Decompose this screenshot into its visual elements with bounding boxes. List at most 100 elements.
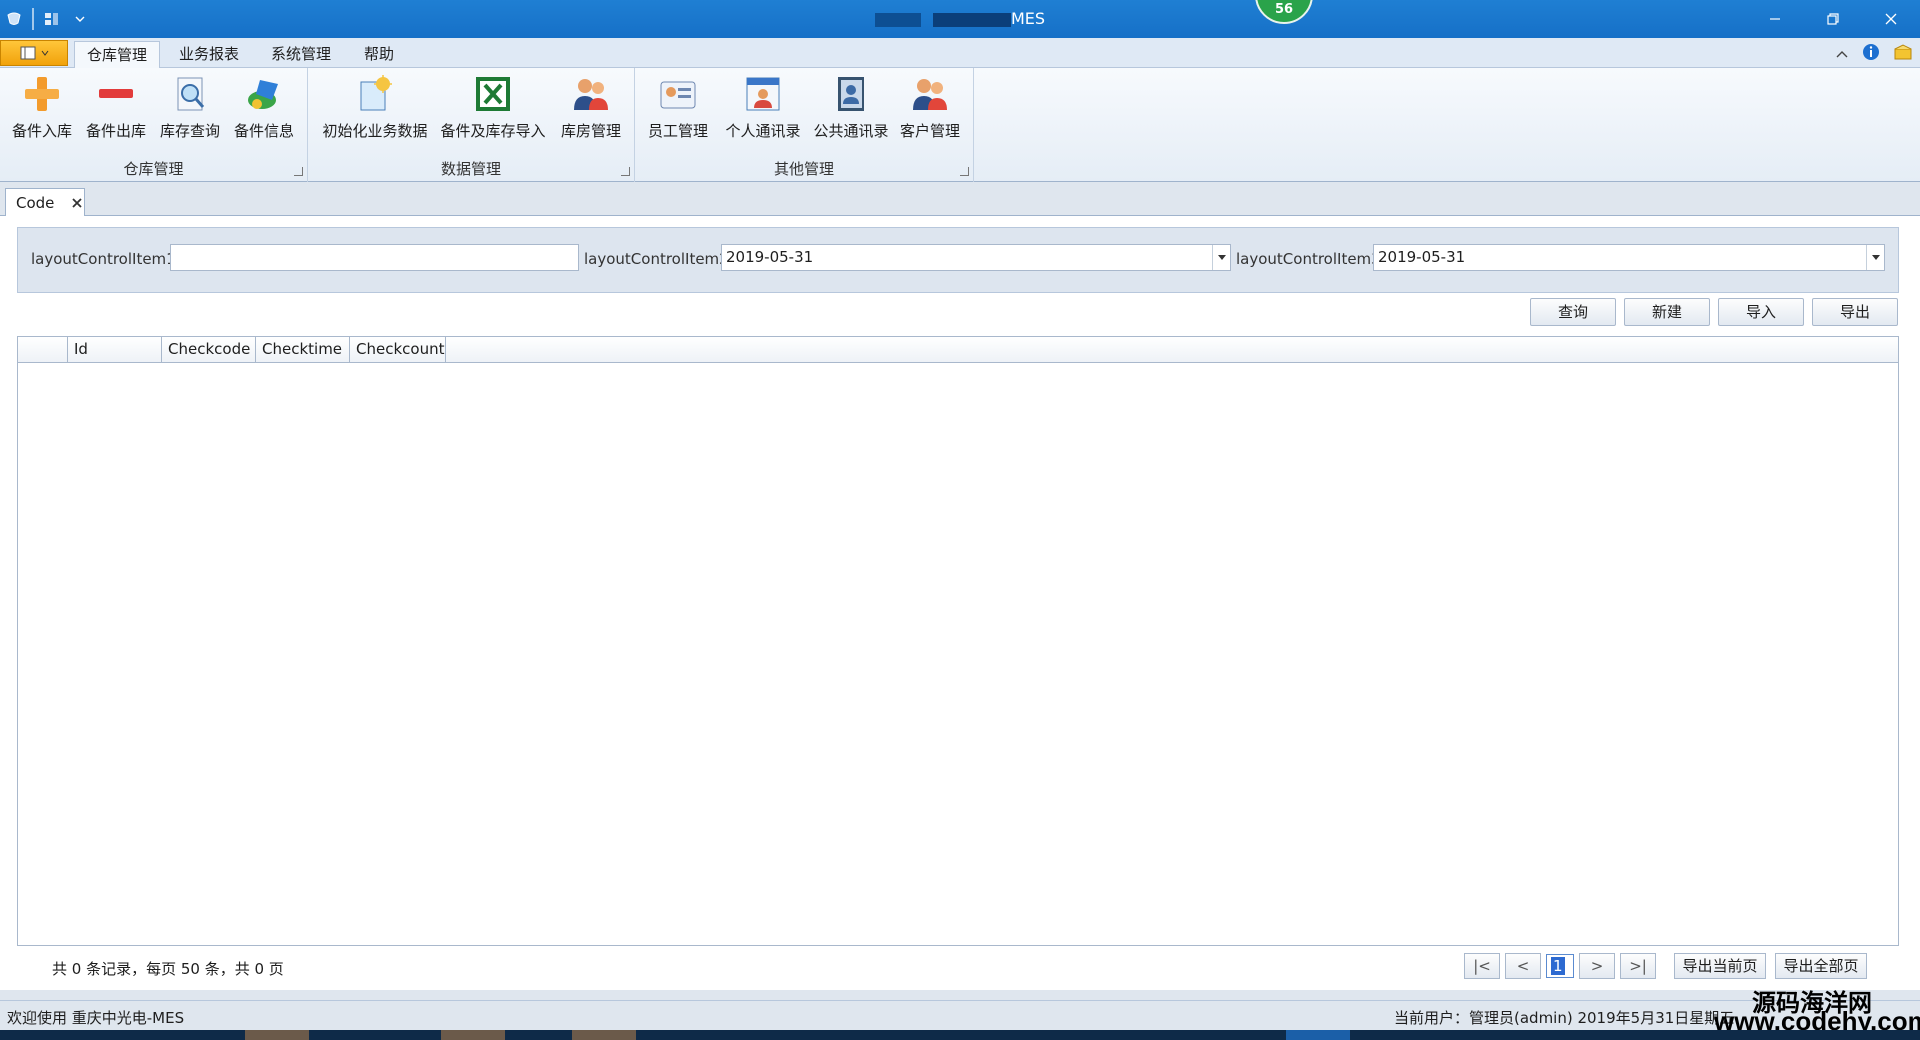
warehouse-users-icon <box>571 74 611 114</box>
customer-management-label: 客户管理 <box>899 122 960 140</box>
employee-management-button[interactable]: 员工管理 <box>645 74 711 141</box>
title-bar: MES 56 <box>0 0 1920 38</box>
personal-contacts-label: 个人通讯录 <box>725 122 801 140</box>
redacted-block <box>874 12 921 27</box>
current-user-info: 当前用户：管理员(admin) 2019年5月31日星期五 <box>1394 1009 1735 1027</box>
tab-warehouse-management[interactable]: 仓库管理 <box>74 41 161 69</box>
export-button[interactable]: 导出 <box>1812 298 1898 326</box>
date-end-value: 2019-05-31 <box>1378 248 1466 266</box>
data-grid[interactable]: Id Checkcode Checktime Checkcount <box>17 336 1899 946</box>
dialog-launcher-icon[interactable] <box>621 167 630 176</box>
restore-button[interactable] <box>1804 0 1862 38</box>
content-area: layoutControlItem1 layoutControlItem2 20… <box>0 216 1920 990</box>
window-title-text: MES <box>1010 9 1046 28</box>
taskbar <box>0 1030 1920 1040</box>
group-title: 数据管理 <box>440 160 501 178</box>
inventory-query-label: 库存查询 <box>159 122 220 140</box>
taskbar-item[interactable] <box>245 1030 309 1040</box>
close-button[interactable] <box>1862 0 1920 38</box>
parts-info-button[interactable]: 备件信息 <box>232 74 296 141</box>
inventory-search-icon <box>170 74 210 114</box>
grid-header: Id Checkcode Checktime Checkcount <box>18 337 1898 363</box>
info-icon[interactable] <box>1862 43 1880 65</box>
column-header-checkcode[interactable]: Checkcode <box>162 337 256 363</box>
close-tab-icon[interactable] <box>72 194 83 212</box>
parts-stock-import-button[interactable]: 备件及库存导入 <box>438 74 548 141</box>
date-start-value: 2019-05-31 <box>726 248 814 266</box>
public-contacts-label: 公共通讯录 <box>813 122 889 140</box>
warehouse-management-label: 库房管理 <box>560 122 621 140</box>
taskbar-item[interactable] <box>572 1030 636 1040</box>
customer-management-button[interactable]: 客户管理 <box>897 74 963 141</box>
warehouse-management-button[interactable]: 库房管理 <box>558 74 624 141</box>
filter-input-1[interactable] <box>170 244 579 271</box>
customer-icon <box>910 74 950 114</box>
application-menu-button[interactable] <box>0 40 68 66</box>
import-button[interactable]: 导入 <box>1718 298 1804 326</box>
dialog-launcher-icon[interactable] <box>960 167 969 176</box>
first-page-button[interactable]: |< <box>1464 953 1500 979</box>
personal-contacts-icon <box>743 74 783 114</box>
parts-inbound-label: 备件入库 <box>11 122 72 140</box>
minimize-button[interactable] <box>1746 0 1804 38</box>
filter-label-2: layoutControlItem2 <box>584 250 729 268</box>
window-title: MES <box>0 9 1920 28</box>
last-page-button[interactable]: >| <box>1620 953 1656 979</box>
prev-page-button[interactable]: < <box>1505 953 1541 979</box>
parts-stock-import-label: 备件及库存导入 <box>440 122 546 140</box>
filter-label-1: layoutControlItem1 <box>31 250 176 268</box>
restore-icon <box>1827 13 1839 25</box>
tab-business-reports[interactable]: 业务报表 <box>167 41 251 68</box>
group-data-management: 初始化业务数据 备件及库存导入 库房管理 数据管理 <box>308 68 635 182</box>
page-number-input[interactable]: 1 <box>1546 954 1574 978</box>
date-picker-start[interactable]: 2019-05-31 <box>721 244 1231 271</box>
column-header-id[interactable]: Id <box>68 337 162 363</box>
personal-contacts-button[interactable]: 个人通讯录 <box>719 74 807 141</box>
remove-minus-icon <box>96 74 136 114</box>
group-other-management: 员工管理 个人通讯录 公共通讯录 客户管理 其他管理 <box>635 68 974 182</box>
window-controls <box>1746 0 1920 38</box>
chevron-down-icon[interactable] <box>1866 245 1884 270</box>
inventory-query-button[interactable]: 库存查询 <box>158 74 222 141</box>
group-warehouse-management: 备件入库 备件出库 库存查询 备件信息 仓库管理 <box>0 68 308 182</box>
tab-system-management[interactable]: 系统管理 <box>259 41 343 68</box>
ribbon-panel: 备件入库 备件出库 库存查询 备件信息 仓库管理 初始化业务数据 备件及库存导入… <box>0 68 1920 182</box>
ribbon-right-controls <box>1836 43 1914 65</box>
column-header-checktime[interactable]: Checktime <box>256 337 350 363</box>
public-contacts-button[interactable]: 公共通讯录 <box>807 74 895 141</box>
export-all-pages-button[interactable]: 导出全部页 <box>1775 953 1867 979</box>
export-current-page-button[interactable]: 导出当前页 <box>1674 953 1766 979</box>
employee-card-icon <box>658 74 698 114</box>
date-picker-end[interactable]: 2019-05-31 <box>1373 244 1885 271</box>
employee-management-label: 员工管理 <box>647 122 708 140</box>
filter-label-3: layoutControlItem3 <box>1236 250 1381 268</box>
new-button[interactable]: 新建 <box>1624 298 1710 326</box>
tab-code[interactable]: Code <box>5 188 85 217</box>
taskbar-item[interactable] <box>1286 1030 1350 1040</box>
chevron-down-icon <box>41 50 48 56</box>
page-number-value: 1 <box>1551 957 1565 975</box>
tab-code-label: Code <box>16 194 55 212</box>
dialog-launcher-icon[interactable] <box>294 167 303 176</box>
init-business-data-button[interactable]: 初始化业务数据 <box>320 74 430 141</box>
minimize-icon <box>1770 18 1780 20</box>
public-contacts-icon <box>831 74 871 114</box>
skin-icon[interactable] <box>1894 44 1914 64</box>
parts-info-label: 备件信息 <box>233 122 294 140</box>
init-data-icon <box>355 74 395 114</box>
next-page-button[interactable]: > <box>1579 953 1615 979</box>
group-title: 仓库管理 <box>123 160 184 178</box>
tab-help[interactable]: 帮助 <box>352 41 406 68</box>
add-plus-icon <box>22 74 62 114</box>
chevron-down-icon[interactable] <box>1212 245 1230 270</box>
row-indicator-header[interactable] <box>18 337 68 363</box>
collapse-ribbon-icon[interactable] <box>1836 45 1848 63</box>
parts-outbound-button[interactable]: 备件出库 <box>84 74 148 141</box>
taskbar-item[interactable] <box>441 1030 505 1040</box>
status-bar: 欢迎使用 重庆中光电-MES 当前用户：管理员(admin) 2019年5月31… <box>0 1000 1920 1030</box>
query-button[interactable]: 查询 <box>1530 298 1616 326</box>
ribbon-tab-bar: 仓库管理 业务报表 系统管理 帮助 <box>0 38 1920 69</box>
parts-inbound-button[interactable]: 备件入库 <box>10 74 74 141</box>
column-header-checkcount[interactable]: Checkcount <box>350 337 446 363</box>
close-icon <box>1885 13 1897 25</box>
